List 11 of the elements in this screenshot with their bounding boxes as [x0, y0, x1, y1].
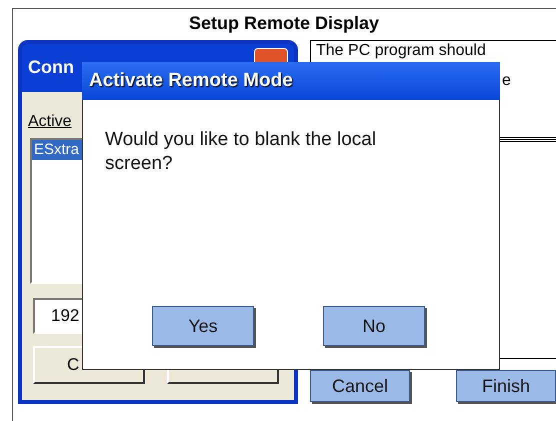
list-label: Active	[28, 112, 72, 132]
yes-button[interactable]: Yes	[152, 306, 254, 346]
cancel-button[interactable]: Cancel	[310, 370, 410, 402]
info-text: e	[502, 72, 511, 90]
window-title: Setup Remote Display	[188, 12, 380, 34]
info-text: The PC program should	[316, 42, 486, 60]
no-button[interactable]: No	[323, 306, 425, 346]
finish-button[interactable]: Finish	[456, 370, 556, 402]
dialog-title: Activate Remote Mode	[89, 69, 293, 93]
window-title: Conn	[28, 56, 74, 78]
dialog-message: Would you like to blank the local screen?	[105, 128, 378, 176]
